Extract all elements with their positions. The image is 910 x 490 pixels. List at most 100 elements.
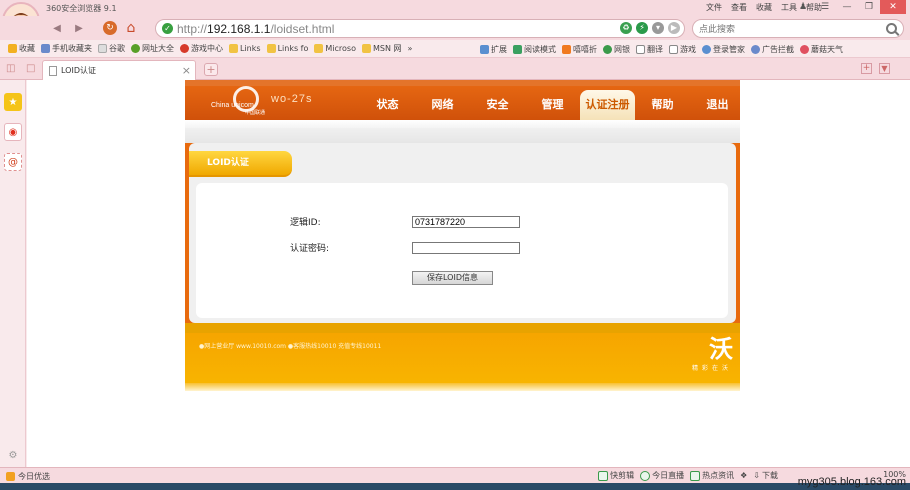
close-tab-icon[interactable]: × [182,64,191,77]
router-header: China unicom 中国联通 wo-27s 状态 网络 安全 管理 认证注… [185,80,740,120]
sidebar: ★ ◉ @ ⚙ [0,80,26,467]
favorites-star-icon[interactable]: ★ [4,93,22,111]
nav-logout[interactable]: 退出 [690,90,745,120]
download-icon: ⇩ [753,471,760,480]
tab-title: LOID认证 [61,66,96,75]
games-button[interactable]: 游戏 [669,44,696,55]
dropdown-icon[interactable]: ▾ [652,22,664,34]
nav-network[interactable]: 网络 [415,90,470,120]
ext-button[interactable]: 扩展 [480,44,507,55]
bookmark-games[interactable]: 游戏中心 [180,43,223,54]
refresh-icon[interactable]: ↻ [100,19,120,37]
weather-button[interactable]: 蘑菇天气 [800,44,843,55]
loid-input[interactable] [412,216,520,228]
bookmark-microsoft[interactable]: Microso [314,44,356,53]
globe-icon [131,44,140,53]
settings-gear-icon[interactable]: ⚙ [4,446,22,464]
menu-file[interactable]: 文件 [706,2,722,13]
news-icon [690,470,701,481]
page-content: China unicom 中国联通 wo-27s 状态 网络 安全 管理 认证注… [27,80,910,467]
today-picks[interactable]: 今日优选 [6,471,50,482]
game-icon [180,44,189,53]
brand-cn: 中国联通 [245,110,266,116]
router-admin-page: China unicom 中国联通 wo-27s 状态 网络 安全 管理 认证注… [185,80,740,391]
tab-loid[interactable]: LOID认证 × [42,60,196,80]
login-manager-button[interactable]: 登录管家 [702,44,745,55]
close-button[interactable]: ✕ [880,0,906,14]
puzzle-icon [480,44,489,54]
adblock-button[interactable]: 广告拦截 [751,44,794,55]
broom-icon[interactable]: ❖ [740,471,747,480]
wo-logo-text: 沃 [709,336,733,363]
compat-mode-icon[interactable]: ♻ [620,22,632,34]
taskbar [0,483,910,490]
password-input[interactable] [412,242,520,254]
mushroom-icon [800,44,809,54]
bookmark-msn[interactable]: MSN 网 [361,43,401,54]
restore-tab-icon[interactable]: □ [26,63,35,74]
menu-view[interactable]: 查看 [731,2,747,13]
user-icon[interactable]: ♟ [792,0,814,14]
subnav-band [185,120,740,128]
speed-mode-icon[interactable]: ⚡ [636,22,648,34]
bookmarks-more[interactable]: » [407,44,412,53]
toolbar-right: 扩展 阅读模式 嘻嘻折 网银 翻译 游戏 登录管家 广告拦截 蘑菇天气 [480,40,849,58]
book-icon [513,44,522,54]
footer-text: ●网上营业厅 www.10010.com ●客服热线10010 充值专线1001… [199,343,382,350]
window-controls: ♟ ☰ — ❐ ✕ [792,0,906,14]
search-box[interactable] [692,19,904,38]
search-icon[interactable] [886,23,897,34]
add-icon[interactable]: + [861,63,872,74]
bookmark-google[interactable]: 谷歌 [98,43,125,54]
forward-button[interactable]: ▶ [68,19,90,37]
nav-security[interactable]: 安全 [470,90,525,120]
bookmark-hao[interactable]: 网址大全 [131,43,174,54]
download-button[interactable]: ⇩ 下载 [753,470,778,481]
shield-icon [603,44,612,54]
bookmark-mobile[interactable]: 手机收藏夹 [41,43,92,54]
title-bar: 360安全浏览器 9.1 文件 查看 收藏 工具 帮助 ♟ ☰ — ❐ ✕ [0,0,910,16]
bookmark-links-for[interactable]: Links fo [266,44,308,53]
model-name: wo-27s [271,93,313,105]
nav-manage[interactable]: 管理 [525,90,580,120]
router-nav: 状态 网络 安全 管理 认证注册 帮助 退出 [360,90,745,120]
app-title: 360安全浏览器 9.1 [46,4,117,13]
quick-clip-button[interactable]: 快剪辑 [598,470,634,481]
new-tab-button[interactable]: + [204,63,218,76]
weibo-icon[interactable]: ◉ [4,123,22,141]
maximize-button[interactable]: ❐ [858,0,880,14]
menu-favorites[interactable]: 收藏 [756,2,772,13]
search-input[interactable] [699,23,869,34]
discount-button[interactable]: 嘻嘻折 [562,44,597,55]
news-button[interactable]: 热点资讯 [690,470,734,481]
back-button[interactable]: ◀ [46,19,68,37]
bookmark-favorites[interactable]: 收藏 [8,43,35,54]
save-loid-button[interactable]: 保存LOID信息 [412,271,493,285]
navigation-bar: ◀ ▶ ↻ ⌂ ✓ http://192.168.1.1/loidset.htm… [0,16,910,40]
tab-list-icon[interactable]: ◫ [6,63,15,74]
gamepad-icon [669,44,678,54]
minimize-button[interactable]: — [836,0,858,14]
nav-help[interactable]: 帮助 [635,90,690,120]
address-bar[interactable]: ✓ http://192.168.1.1/loidset.html ♻ ⚡ ▾ … [155,19,685,38]
go-icon[interactable]: ▶ [668,22,680,34]
folder-icon [229,44,238,53]
password-label: 认证密码: [290,244,330,254]
translate-button[interactable]: 翻译 [636,44,663,55]
skin-icon[interactable]: ☰ [814,0,836,14]
nav-status[interactable]: 状态 [360,90,415,120]
tag-icon [562,44,571,54]
home-icon[interactable]: ⌂ [120,19,142,37]
bank-button[interactable]: 网银 [603,44,630,55]
zoom-level[interactable]: 100% [883,470,906,479]
folder-icon [314,44,324,53]
reader-mode-button[interactable]: 阅读模式 [513,44,556,55]
gift-icon [6,472,15,481]
router-footer: ●网上营业厅 www.10010.com ●客服热线10010 充值专线1001… [185,323,740,383]
restore-icon[interactable]: ▼ [879,63,890,74]
mail-icon[interactable]: @ [4,153,22,171]
bookmark-links[interactable]: Links [229,44,261,53]
page-icon [98,44,107,53]
nav-auth-register[interactable]: 认证注册 [580,90,635,120]
live-button[interactable]: 今日直播 [640,470,684,481]
